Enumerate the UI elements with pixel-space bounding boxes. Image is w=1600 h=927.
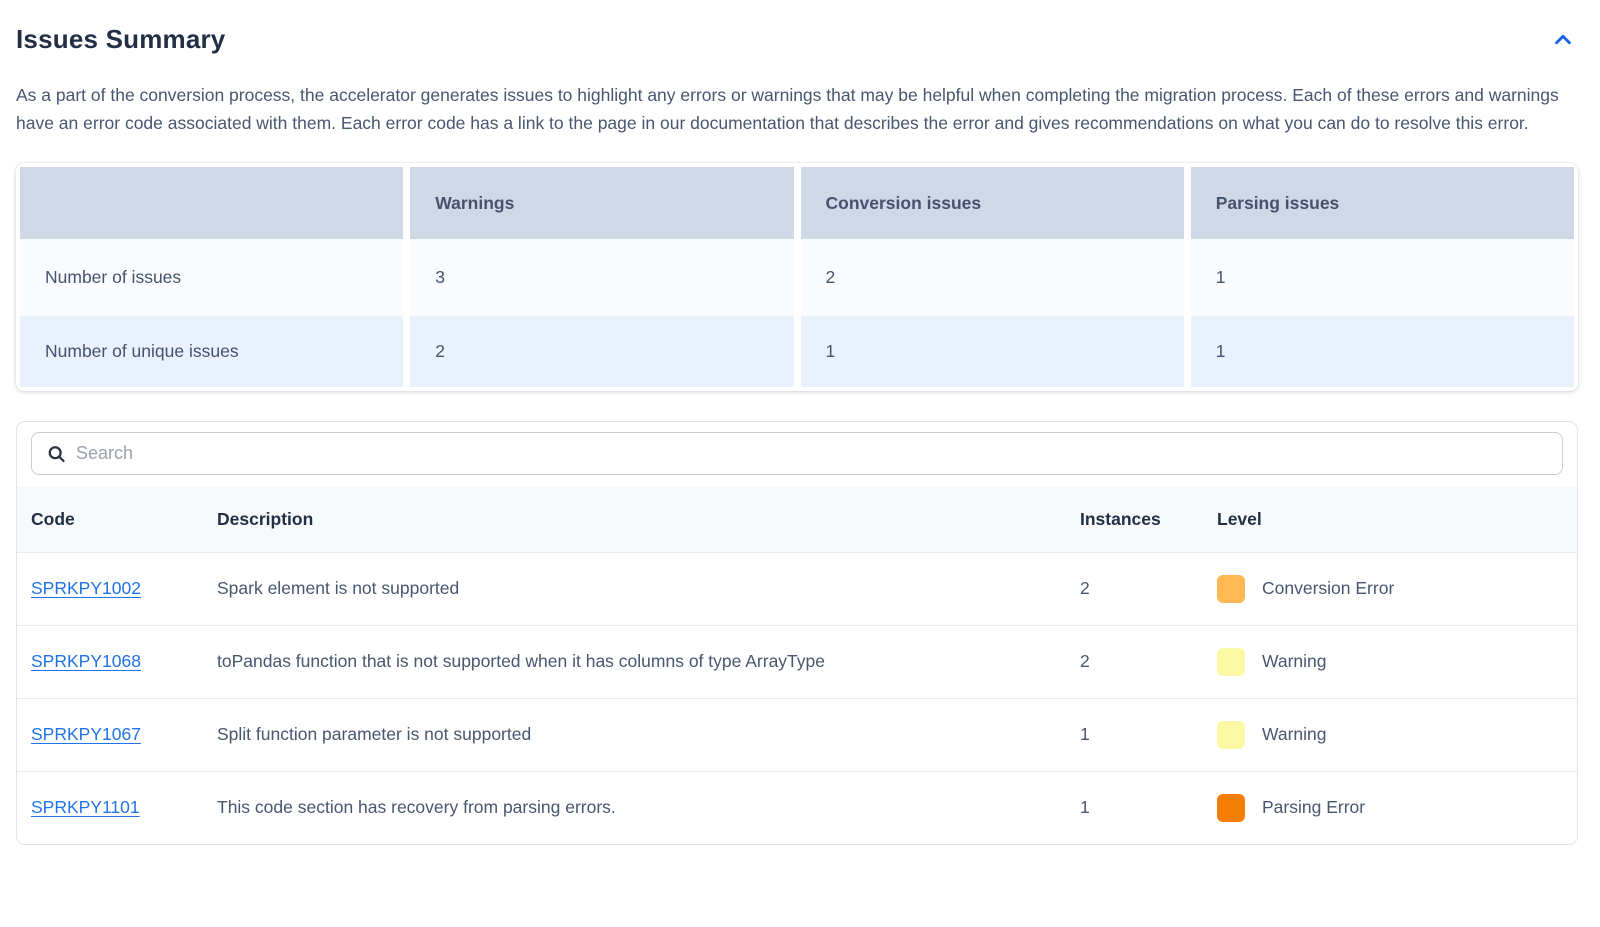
table-row: SPRKPY1101 This code section has recover… xyxy=(17,771,1577,844)
summary-row-label: Number of issues xyxy=(20,239,403,316)
issue-instances: 2 xyxy=(1066,552,1203,625)
summary-value: 1 xyxy=(1191,239,1574,316)
collapse-section-button[interactable] xyxy=(1548,25,1578,55)
level-color-swatch xyxy=(1217,721,1245,749)
page-title: Issues Summary xyxy=(16,24,225,55)
issue-instances: 1 xyxy=(1066,698,1203,771)
table-row: SPRKPY1002 Spark element is not supporte… xyxy=(17,552,1577,625)
issue-code-link[interactable]: SPRKPY1068 xyxy=(31,651,141,671)
issue-code-link[interactable]: SPRKPY1101 xyxy=(31,797,140,817)
issue-code-link[interactable]: SPRKPY1067 xyxy=(31,724,141,744)
table-row: SPRKPY1068 toPandas function that is not… xyxy=(17,625,1577,698)
column-header-code: Code xyxy=(17,487,203,552)
summary-value: 3 xyxy=(410,239,793,316)
summary-header-conversion-issues: Conversion issues xyxy=(801,167,1184,239)
column-header-level: Level xyxy=(1203,487,1577,552)
level-label: Conversion Error xyxy=(1262,578,1394,599)
column-header-description: Description xyxy=(203,487,1066,552)
issue-description: Split function parameter is not supporte… xyxy=(203,698,1066,771)
summary-value: 1 xyxy=(1191,316,1574,387)
level-label: Warning xyxy=(1262,724,1327,745)
chevron-up-icon xyxy=(1552,39,1574,54)
issue-level: Parsing Error xyxy=(1217,794,1577,822)
summary-header-empty xyxy=(20,167,403,239)
search-input[interactable] xyxy=(32,433,1562,474)
level-label: Parsing Error xyxy=(1262,797,1365,818)
issue-instances: 1 xyxy=(1066,771,1203,844)
summary-table: Warnings Conversion issues Parsing issue… xyxy=(20,167,1574,387)
summary-value: 2 xyxy=(410,316,793,387)
issue-description: Spark element is not supported xyxy=(203,552,1066,625)
issue-description: This code section has recovery from pars… xyxy=(203,771,1066,844)
level-label: Warning xyxy=(1262,651,1327,672)
column-header-instances: Instances xyxy=(1066,487,1203,552)
issue-description: toPandas function that is not supported … xyxy=(203,625,1066,698)
issue-level: Warning xyxy=(1217,648,1577,676)
issues-table: Code Description Instances Level SPRKPY1… xyxy=(17,487,1577,844)
search-bar-container xyxy=(17,422,1577,487)
summary-table-card: Warnings Conversion issues Parsing issue… xyxy=(16,163,1578,391)
level-color-swatch xyxy=(1217,575,1245,603)
search-box[interactable] xyxy=(31,432,1563,475)
level-color-swatch xyxy=(1217,794,1245,822)
issue-level: Conversion Error xyxy=(1217,575,1577,603)
table-row: SPRKPY1067 Split function parameter is n… xyxy=(17,698,1577,771)
intro-paragraph: As a part of the conversion process, the… xyxy=(16,81,1561,137)
issues-summary-header: Issues Summary xyxy=(16,24,1578,55)
issue-code-link[interactable]: SPRKPY1002 xyxy=(31,578,141,598)
summary-row-label: Number of unique issues xyxy=(20,316,403,387)
summary-value: 2 xyxy=(801,239,1184,316)
issue-level: Warning xyxy=(1217,721,1577,749)
summary-header-parsing-issues: Parsing issues xyxy=(1191,167,1574,239)
summary-value: 1 xyxy=(801,316,1184,387)
issues-list-card: Code Description Instances Level SPRKPY1… xyxy=(16,421,1578,845)
summary-header-warnings: Warnings xyxy=(410,167,793,239)
level-color-swatch xyxy=(1217,648,1245,676)
issue-instances: 2 xyxy=(1066,625,1203,698)
issues-table-header-row: Code Description Instances Level xyxy=(17,487,1577,552)
